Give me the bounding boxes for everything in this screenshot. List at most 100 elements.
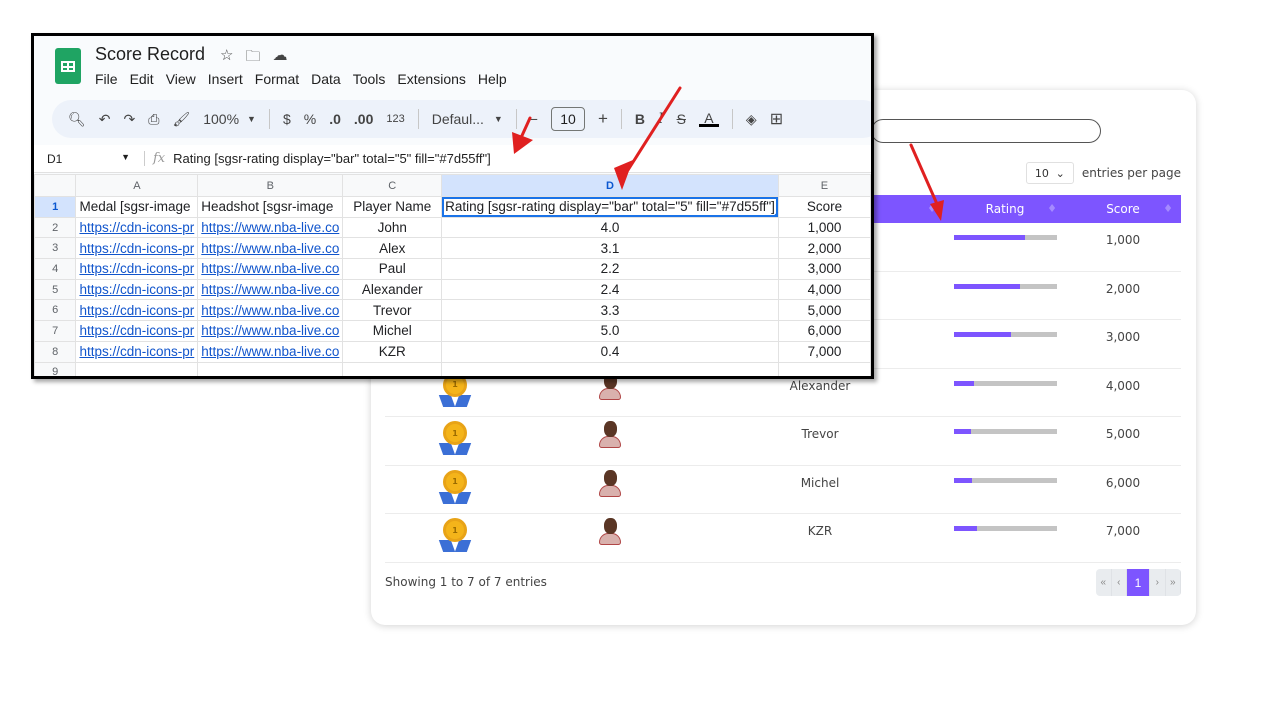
zoom-select[interactable]: 100% ▼ (203, 111, 256, 127)
medal-url-cell[interactable]: https://cdn-icons-pr (75, 237, 199, 260)
rating-cell[interactable]: 4.0 (441, 216, 779, 239)
headshot-url-cell[interactable]: https://www.nba-live.co (197, 237, 344, 260)
last-page-button[interactable]: » (1166, 569, 1181, 596)
cell-d1[interactable]: Rating [sgsr-rating display="bar" total=… (441, 196, 779, 218)
decrease-decimal-button[interactable]: .0 (329, 111, 341, 127)
move-to-folder-icon[interactable]: 🗀 (245, 46, 260, 71)
rating-cell[interactable]: 2.4 (441, 278, 779, 301)
cell-a1[interactable]: Medal [sgsr-image (75, 196, 199, 218)
rating-cell[interactable]: 0.4 (441, 340, 779, 363)
cell-e1[interactable]: Score (777, 196, 871, 218)
page-1-button[interactable]: 1 (1127, 569, 1150, 596)
rating-cell[interactable]: 5.0 (441, 320, 779, 342)
cloud-saved-icon[interactable]: ☁ (272, 46, 287, 71)
score-cell[interactable]: 4,000 (777, 278, 871, 301)
row-header[interactable]: 8 (34, 340, 77, 363)
italic-button[interactable]: I (658, 111, 664, 127)
medal-url-cell[interactable]: https://cdn-icons-pr (75, 299, 199, 322)
row-header[interactable]: 6 (34, 299, 77, 322)
player-name-cell[interactable]: Trevor (342, 299, 443, 322)
first-page-button[interactable]: « (1096, 569, 1112, 596)
font-select[interactable]: Defaul... ▼ (432, 111, 503, 127)
score-cell[interactable]: 5,000 (777, 299, 871, 322)
strikethrough-icon[interactable]: S (677, 111, 686, 127)
bold-button[interactable]: B (635, 111, 645, 127)
score-cell[interactable]: 6,000 (777, 320, 871, 342)
header-rating[interactable]: Rating ♦ (945, 195, 1065, 223)
player-name-cell[interactable]: Alexander (342, 278, 443, 301)
empty-cell[interactable] (777, 361, 871, 376)
menu-data[interactable]: Data (311, 71, 341, 87)
row-header[interactable]: 9 (34, 361, 77, 376)
empty-cell[interactable] (342, 361, 443, 376)
redo-icon[interactable]: ↷ (124, 111, 136, 128)
font-size-input[interactable]: 10 (550, 107, 585, 131)
row-header[interactable]: 2 (34, 216, 77, 239)
medal-url-cell[interactable]: https://cdn-icons-pr (75, 216, 199, 239)
row-header[interactable]: 4 (34, 258, 77, 280)
more-formats-button[interactable]: 123 (386, 113, 404, 125)
score-cell[interactable]: 1,000 (777, 216, 871, 239)
document-title[interactable]: Score Record (95, 44, 205, 65)
score-cell[interactable]: 7,000 (777, 340, 871, 363)
player-name-cell[interactable]: Alex (342, 237, 443, 260)
headshot-url-cell[interactable]: https://www.nba-live.co (197, 278, 344, 301)
percent-format-button[interactable]: % (304, 111, 316, 127)
column-header-d[interactable]: D (441, 174, 779, 197)
medal-url-cell[interactable]: https://cdn-icons-pr (75, 258, 199, 280)
medal-url-cell[interactable]: https://cdn-icons-pr (75, 278, 199, 301)
menu-view[interactable]: View (166, 71, 196, 87)
column-header-b[interactable]: B (197, 174, 344, 197)
borders-icon[interactable]: ⊞ (770, 109, 783, 129)
rating-cell[interactable]: 3.1 (441, 237, 779, 260)
headshot-url-cell[interactable]: https://www.nba-live.co (197, 216, 344, 239)
print-icon[interactable]: ⎙ (148, 111, 159, 128)
headshot-url-cell[interactable]: https://www.nba-live.co (197, 320, 344, 342)
formula-input[interactable]: Rating [sgsr-rating display="bar" total=… (173, 151, 491, 166)
player-name-cell[interactable]: Michel (342, 320, 443, 342)
row-header[interactable]: 1 (34, 196, 77, 218)
column-header-a[interactable]: A (75, 174, 199, 197)
search-icon[interactable]: 🔍︎ (68, 111, 86, 128)
empty-cell[interactable] (75, 361, 199, 376)
select-all-corner[interactable] (34, 174, 77, 197)
undo-icon[interactable]: ↶ (99, 111, 111, 128)
increase-decimal-button[interactable]: .00 (354, 111, 373, 127)
fill-handle[interactable] (773, 212, 778, 217)
column-header-e[interactable]: E (777, 174, 871, 197)
name-box[interactable]: D1 ▼ (34, 152, 144, 166)
menu-insert[interactable]: Insert (208, 71, 243, 87)
headshot-url-cell[interactable]: https://www.nba-live.co (197, 299, 344, 322)
score-cell[interactable]: 2,000 (777, 237, 871, 260)
player-name-cell[interactable]: KZR (342, 340, 443, 363)
increase-font-size-button[interactable]: + (598, 109, 608, 129)
rating-cell[interactable]: 3.3 (441, 299, 779, 322)
header-score[interactable]: Score ♦ (1065, 195, 1181, 223)
menu-help[interactable]: Help (478, 71, 507, 87)
rating-cell[interactable]: 2.2 (441, 258, 779, 280)
menu-format[interactable]: Format (255, 71, 299, 87)
player-name-cell[interactable]: Paul (342, 258, 443, 280)
cell-b1[interactable]: Headshot [sgsr-image (197, 196, 344, 218)
paint-format-icon[interactable]: 🖌︎ (172, 111, 190, 128)
row-header[interactable]: 7 (34, 320, 77, 342)
row-header[interactable]: 3 (34, 237, 77, 260)
menu-extensions[interactable]: Extensions (397, 71, 465, 87)
menu-tools[interactable]: Tools (353, 71, 386, 87)
medal-url-cell[interactable]: https://cdn-icons-pr (75, 340, 199, 363)
column-header-c[interactable]: C (342, 174, 443, 197)
star-icon[interactable]: ☆ (220, 46, 233, 71)
empty-cell[interactable] (441, 361, 779, 376)
headshot-url-cell[interactable]: https://www.nba-live.co (197, 258, 344, 280)
web-search-input[interactable] (871, 119, 1101, 143)
empty-cell[interactable] (197, 361, 344, 376)
decrease-font-size-button[interactable]: − (530, 111, 538, 127)
row-header[interactable]: 5 (34, 278, 77, 301)
per-page-select[interactable]: 10 ⌄ (1025, 162, 1074, 184)
fill-color-icon[interactable]: ◈ (746, 111, 757, 128)
player-name-cell[interactable]: John (342, 216, 443, 239)
sheets-logo-icon[interactable] (55, 48, 81, 84)
headshot-url-cell[interactable]: https://www.nba-live.co (197, 340, 344, 363)
prev-page-button[interactable]: ‹ (1112, 569, 1127, 596)
score-cell[interactable]: 3,000 (777, 258, 871, 280)
